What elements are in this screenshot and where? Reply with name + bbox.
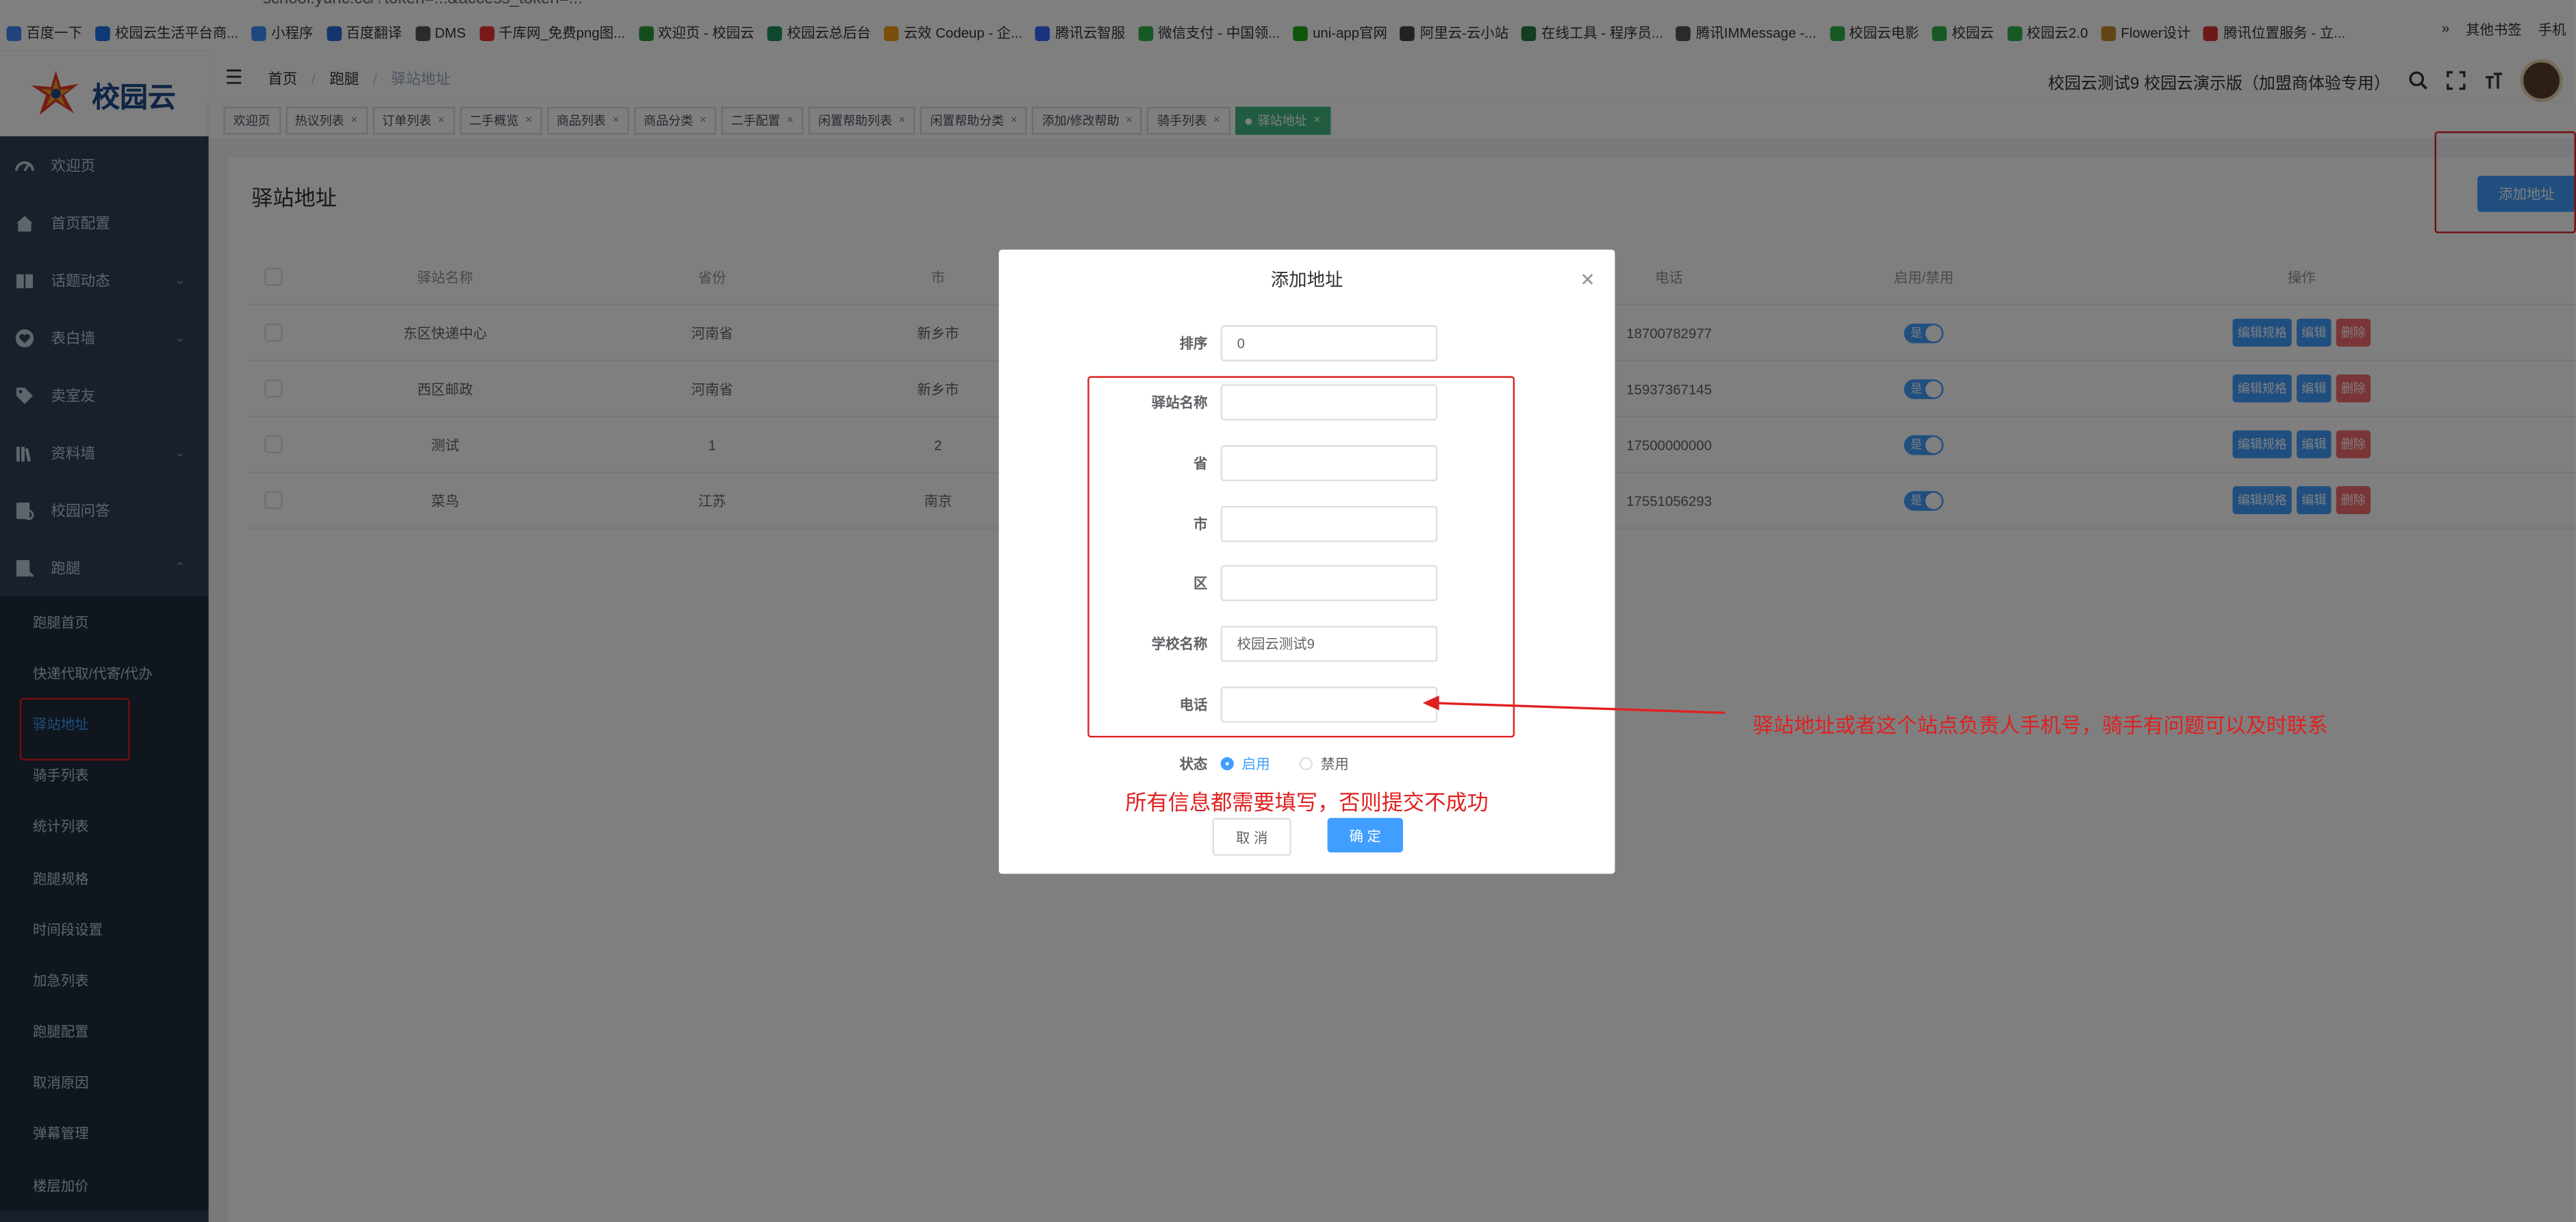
school-input[interactable]: 校园云测试9: [1220, 626, 1438, 662]
close-icon[interactable]: ✕: [1580, 269, 1595, 291]
required-note: 所有信息都需要填写，否则提交不成功: [1125, 790, 1489, 815]
status-enable-radio[interactable]: 启用: [1220, 754, 1270, 774]
dialog-footer: 取 消 确 定: [1212, 817, 1403, 856]
district-input[interactable]: [1220, 565, 1438, 602]
form-row-school: 学校名称 校园云测试9: [999, 626, 1615, 662]
province-input[interactable]: [1220, 445, 1438, 481]
add-address-dialog: 添加地址 ✕ 排序 0 驿站名称 省 市 区 学校名称 校园云测试9 电话 状态…: [998, 249, 1615, 874]
form-row-province: 省: [999, 445, 1615, 481]
form-row-station-name: 驿站名称: [999, 384, 1615, 421]
status-label: 状态: [1179, 755, 1208, 772]
station-name-input[interactable]: [1220, 384, 1438, 421]
form-row-district: 区: [999, 565, 1615, 602]
sort-label: 排序: [1179, 335, 1208, 352]
cancel-button[interactable]: 取 消: [1212, 817, 1291, 856]
form-row-phone: 电话: [999, 686, 1615, 723]
radio-dot[interactable]: [1220, 757, 1234, 771]
radio-label: 禁用: [1320, 755, 1349, 772]
form-row-status: 状态 启用 禁用: [999, 746, 1615, 782]
annotation-text: 驿站地址或者这个站点负责人手机号，骑手有问题可以及时联系: [1752, 714, 2328, 738]
phone-input[interactable]: [1220, 686, 1438, 723]
status-radio-group: 启用 禁用: [1220, 746, 1349, 782]
radio-dot[interactable]: [1299, 757, 1313, 771]
confirm-button[interactable]: 确 定: [1327, 817, 1403, 853]
status-disable-radio[interactable]: 禁用: [1299, 754, 1349, 774]
district-label: 区: [1193, 574, 1208, 591]
city-label: 市: [1193, 515, 1208, 533]
app-root: school.yunc.cc/?token=...&access_token=.…: [0, 0, 2576, 1222]
phone-label: 电话: [1179, 696, 1208, 713]
station-name-label: 驿站名称: [1151, 394, 1208, 411]
radio-label: 启用: [1241, 755, 1270, 772]
school-label: 学校名称: [1151, 635, 1208, 652]
dialog-title: 添加地址: [1270, 270, 1343, 291]
province-label: 省: [1193, 455, 1208, 472]
city-input[interactable]: [1220, 505, 1438, 542]
sort-input[interactable]: 0: [1220, 325, 1438, 361]
form-row-sort: 排序 0: [999, 325, 1615, 361]
form-row-city: 市: [999, 505, 1615, 542]
